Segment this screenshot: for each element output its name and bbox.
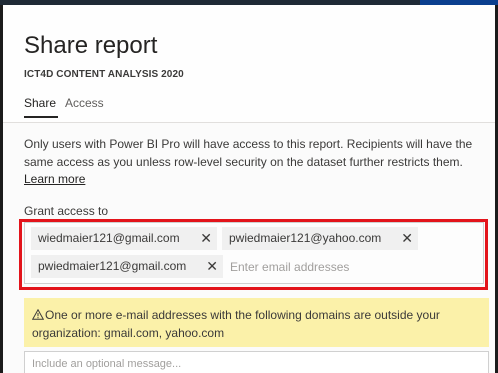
- email-address-input[interactable]: [228, 255, 470, 278]
- share-report-panel: Share report ICT4D CONTENT ANALYSIS 2020…: [3, 5, 495, 373]
- remove-recipient-icon[interactable]: ✕: [206, 255, 218, 278]
- recipient-chip: pwiedmaier121@gmail.com ✕: [31, 255, 223, 278]
- optional-message-field[interactable]: [24, 351, 489, 373]
- tab-share[interactable]: Share: [24, 96, 56, 110]
- recipient-chip: pwiedmaier121@yahoo.com ✕: [222, 227, 418, 250]
- dialog-title: Share report: [24, 32, 158, 59]
- tab-access[interactable]: Access: [65, 96, 104, 110]
- warning-triangle-icon: [31, 308, 45, 325]
- external-domain-warning: One or more e-mail addresses with the fo…: [24, 298, 489, 347]
- warning-text: One or more e-mail addresses with the fo…: [32, 308, 440, 340]
- tab-divider: [3, 122, 495, 123]
- recipient-chip: wiedmaier121@gmail.com ✕: [31, 227, 217, 250]
- remove-recipient-icon[interactable]: ✕: [401, 227, 413, 250]
- active-tab-indicator: [24, 116, 58, 118]
- dialog-header: Share report ICT4D CONTENT ANALYSIS 2020…: [3, 5, 495, 122]
- recipient-email: wiedmaier121@gmail.com: [38, 231, 180, 245]
- sharing-info-text: Only users with Power BI Pro will have a…: [24, 137, 473, 169]
- grant-access-label: Grant access to: [24, 204, 109, 218]
- recipients-field[interactable]: wiedmaier121@gmail.com ✕ pwiedmaier121@y…: [24, 222, 484, 284]
- recipient-email: pwiedmaier121@yahoo.com: [229, 231, 382, 245]
- remove-recipient-icon[interactable]: ✕: [200, 227, 212, 250]
- learn-more-link[interactable]: Learn more: [24, 172, 85, 186]
- report-name: ICT4D CONTENT ANALYSIS 2020: [24, 69, 184, 80]
- sharing-info: Only users with Power BI Pro will have a…: [24, 136, 489, 189]
- recipient-email: pwiedmaier121@gmail.com: [38, 259, 187, 273]
